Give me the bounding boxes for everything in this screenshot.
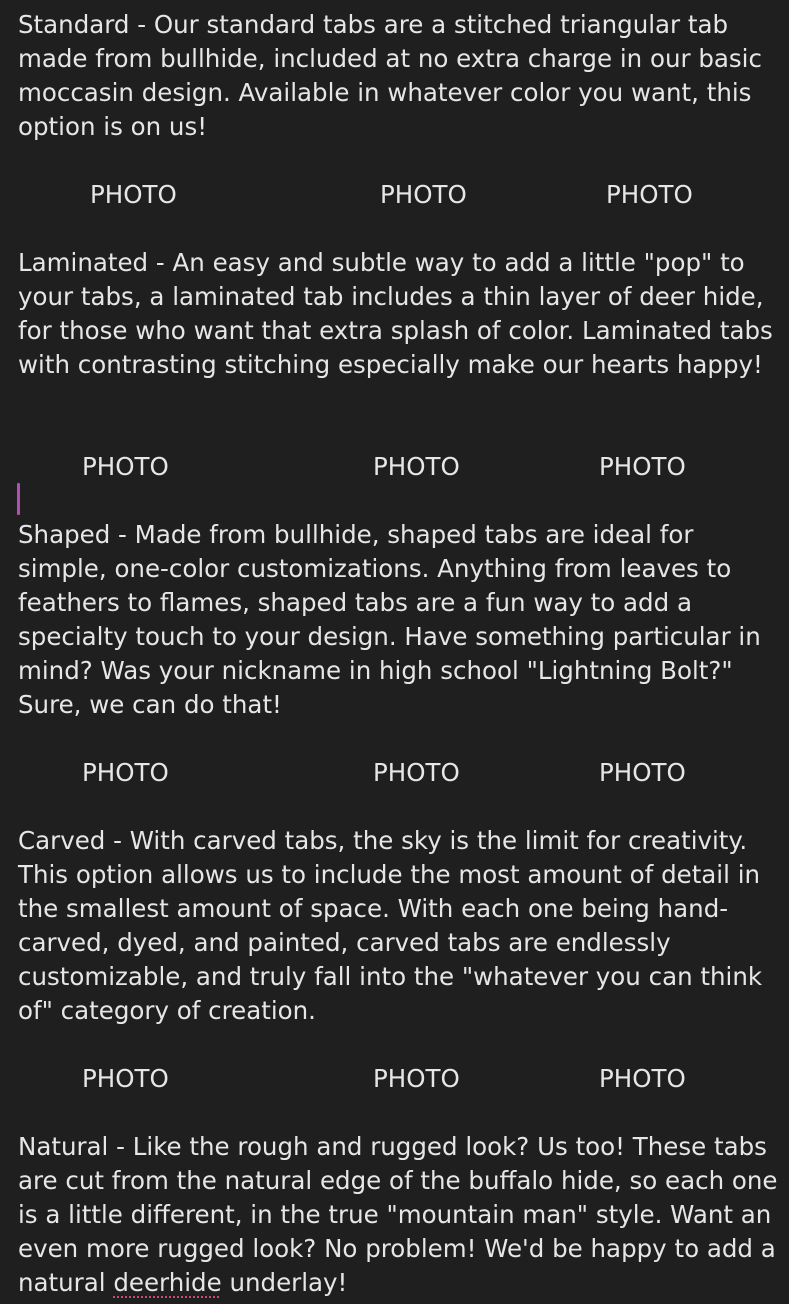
text-cursor [17,483,20,515]
photo-placeholder: PHOTO [373,1064,460,1093]
paragraph-carved[interactable]: Carved - With carved tabs, the sky is th… [18,824,780,1028]
paragraph-shaped[interactable]: Shaped - Made from bullhide, shaped tabs… [18,518,780,722]
photo-placeholder: PHOTO [380,180,467,209]
paragraph-standard[interactable]: Standard - Our standard tabs are a stitc… [18,8,780,144]
misspelled-word[interactable]: deerhide [113,1268,221,1297]
paragraph-laminated[interactable]: Laminated - An easy and subtle way to ad… [18,246,780,382]
photo-placeholder: PHOTO [599,452,686,481]
photo-placeholder: PHOTO [599,1064,686,1093]
photo-placeholder: PHOTO [599,758,686,787]
photo-placeholder: PHOTO [82,758,169,787]
photo-placeholder: PHOTO [90,180,177,209]
paragraph-natural[interactable]: Natural - Like the rough and rugged look… [18,1130,780,1300]
photo-placeholder: PHOTO [82,452,169,481]
photo-row-shaped: PHOTO PHOTO PHOTO [0,756,789,790]
photo-placeholder: PHOTO [373,452,460,481]
paragraph-natural-text-end: underlay! [221,1268,348,1297]
photo-placeholder: PHOTO [606,180,693,209]
photo-row-carved: PHOTO PHOTO PHOTO [0,1062,789,1096]
photo-row-laminated: PHOTO PHOTO PHOTO [0,450,789,484]
photo-row-standard: PHOTO PHOTO PHOTO [0,178,789,212]
photo-placeholder: PHOTO [82,1064,169,1093]
photo-placeholder: PHOTO [373,758,460,787]
